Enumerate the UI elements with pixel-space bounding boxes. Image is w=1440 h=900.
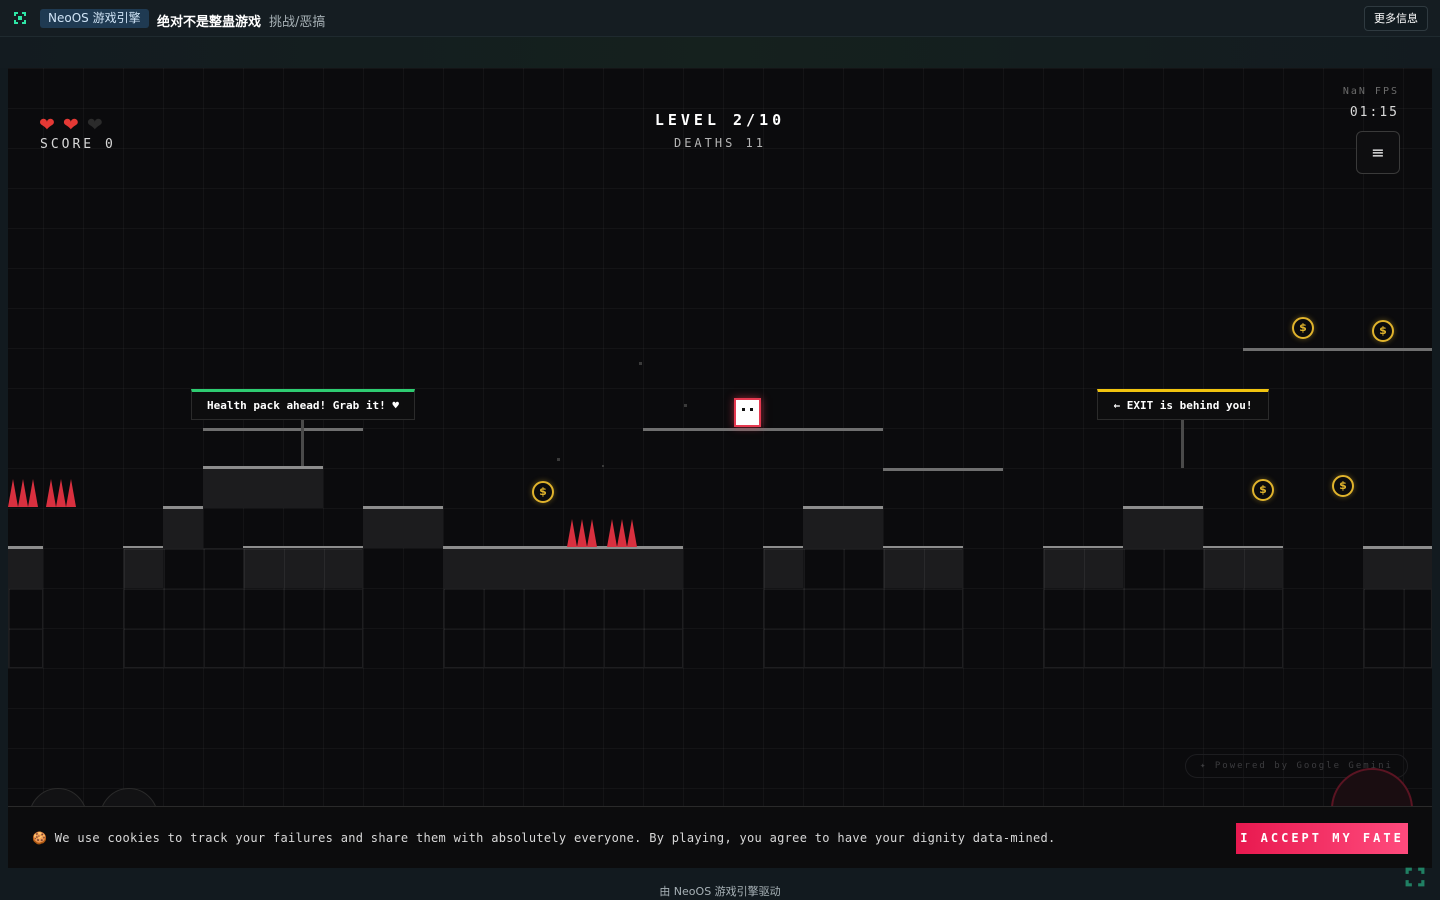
underground: [1043, 548, 1283, 668]
coin-icon: $: [1332, 475, 1354, 497]
footer: 由 NeoOS 游戏引擎驱动: [0, 868, 1440, 900]
header-band: [0, 37, 1440, 68]
player-eye: [750, 408, 753, 411]
ground-segment: [8, 546, 43, 588]
menu-button[interactable]: ≡: [1356, 131, 1400, 174]
raised-block: [363, 506, 443, 548]
coin-icon: $: [532, 481, 554, 503]
accept-cookies-button[interactable]: I ACCEPT MY FATE: [1236, 823, 1408, 854]
deaths-counter: DEATHS 11: [673, 136, 767, 150]
raised-block: [1123, 506, 1203, 548]
platform-ledge: [883, 468, 1003, 471]
platform-ledge: [643, 428, 883, 431]
cookie-message: 🍪 We use cookies to track your failures …: [32, 831, 1056, 845]
sign-post: [301, 420, 304, 468]
health-pack-sign: Health pack ahead! Grab it! ♥: [191, 389, 415, 420]
ground-segment: [1363, 546, 1432, 588]
particle: [639, 362, 642, 365]
raised-block: [803, 506, 883, 548]
game-genre: 挑战/恶搞: [269, 15, 326, 30]
underground: [1363, 588, 1432, 668]
neoos-logo-icon: [14, 12, 26, 24]
neoos-corner-logo-icon[interactable]: [1404, 866, 1426, 888]
underground: [443, 588, 683, 668]
coin-icon: $: [1292, 317, 1314, 339]
game-title: 绝对不是整蛊游戏: [157, 15, 262, 30]
raised-block: [163, 506, 203, 548]
exit-sign: ← EXIT is behind you!: [1097, 389, 1269, 420]
timer: 01:15: [1349, 105, 1399, 120]
coin-icon: $: [1252, 479, 1274, 501]
top-bar: NeoOS 游戏引擎 绝对不是整蛊游戏 挑战/恶搞 更多信息: [0, 0, 1440, 37]
level-indicator: LEVEL 2/10: [654, 111, 786, 129]
engine-badge: NeoOS 游戏引擎: [40, 9, 149, 28]
underground: [123, 548, 363, 668]
cookie-banner: 🍪 We use cookies to track your failures …: [8, 806, 1432, 868]
ground-segment: [443, 546, 683, 588]
spike-hazard: [8, 479, 76, 507]
particle: [557, 458, 560, 461]
platform-ledge: [203, 428, 363, 431]
more-info-button[interactable]: 更多信息: [1364, 6, 1428, 31]
underground: [8, 588, 43, 668]
particle: [602, 465, 604, 467]
coin-icon: $: [1372, 320, 1394, 342]
fps-counter: NaN FPS: [1342, 86, 1399, 97]
spike-hazard: [567, 519, 637, 547]
player-character: [734, 398, 761, 427]
footer-text: 由 NeoOS 游戏引擎驱动: [659, 885, 781, 898]
sign-post: [1181, 420, 1184, 468]
raised-block: [203, 466, 323, 508]
platform-ledge: [1243, 348, 1432, 351]
underground: [763, 548, 963, 668]
player-eye: [742, 408, 745, 411]
particle: [684, 404, 687, 407]
game-canvas[interactable]: ❤ ❤ ❤ SCORE 0 LEVEL 2/10 DEATHS 11 NaN F…: [8, 68, 1432, 868]
